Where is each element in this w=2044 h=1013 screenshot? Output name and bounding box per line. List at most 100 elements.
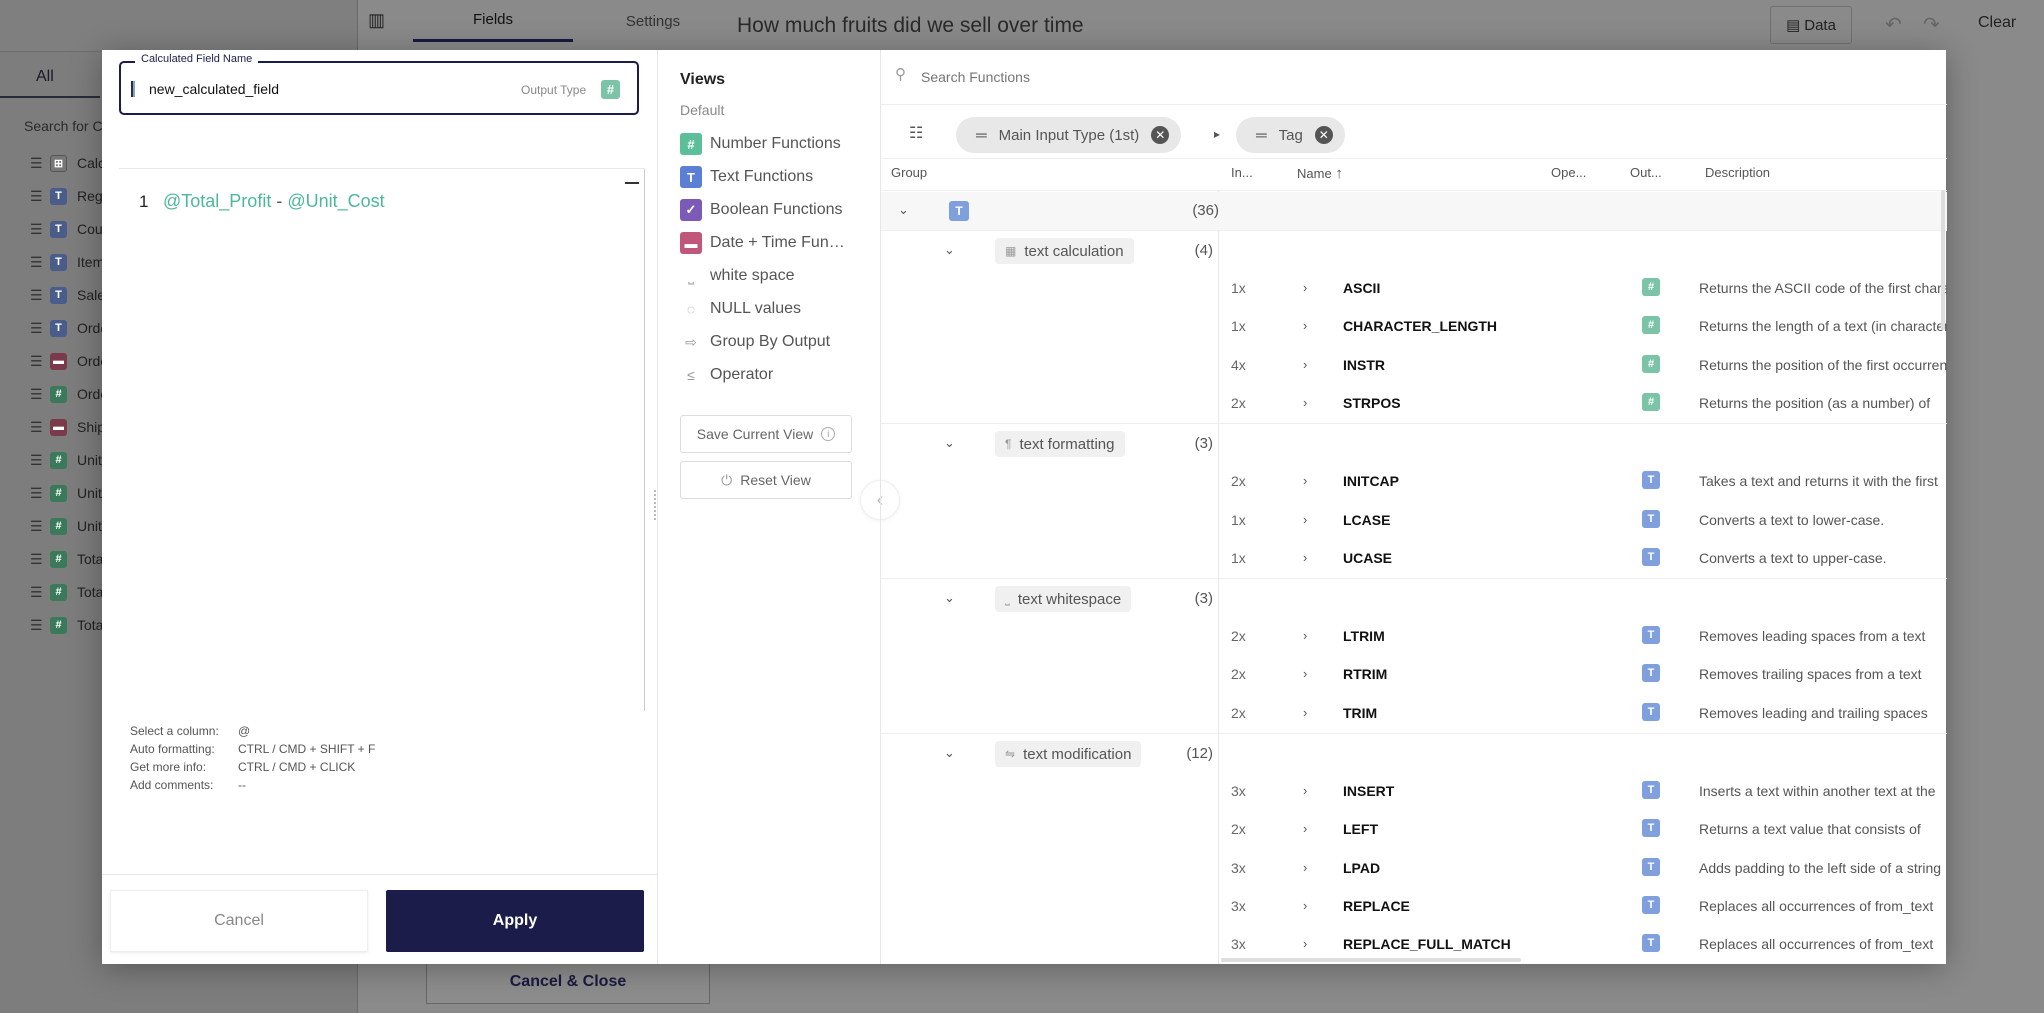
view-item[interactable]: ≤ Operator [680,361,880,389]
drag-handle-icon[interactable]: ☰ [30,188,43,205]
chevron-right-icon[interactable]: › [1303,705,1307,720]
field-search-input[interactable]: Search for Co [24,118,110,134]
table-row[interactable]: 1x › CHARACTER_LENGTH # Returns the length o… [1219,308,1947,346]
group-chip-main-input-type[interactable]: ═ Main Input Type (1st) ✕ [956,117,1182,153]
chevron-down-icon[interactable]: ⌄ [898,202,909,218]
table-row[interactable]: 4x › INSTR # Returns the position of the fir… [1219,347,1947,385]
field-item[interactable]: ☰ # Unit_ [30,515,110,537]
field-name-input[interactable] [149,77,469,101]
drag-handle-icon[interactable]: ☰ [30,320,43,337]
drag-handle-icon[interactable]: ☰ [30,617,43,634]
view-item[interactable]: ⇨ Group By Output [680,328,880,356]
chevron-down-icon[interactable]: ⌄ [944,435,955,451]
drag-handle-icon[interactable]: ☰ [30,254,43,271]
tab-fields[interactable]: Fields [413,0,573,42]
drag-handle-icon[interactable]: ☰ [30,518,43,535]
reset-view-button[interactable]: ⏻ Reset View [680,461,852,499]
save-view-button[interactable]: Save Current View i [680,415,852,453]
drag-handle-icon[interactable]: ☰ [30,155,43,172]
table-row[interactable]: 1x › LCASE T Converts a text to lower-case. [1219,502,1947,540]
drag-handle-icon[interactable]: ☰ [30,221,43,238]
chevron-right-icon[interactable]: › [1303,783,1307,798]
resize-handle[interactable] [654,490,660,520]
drag-handle-icon[interactable]: ☰ [30,551,43,568]
chevron-down-icon[interactable]: ⌄ [944,745,955,761]
chevron-right-icon[interactable]: › [1303,860,1307,875]
top-group-row[interactable]: ⌄ T (36) [881,192,1947,230]
tab-all[interactable]: All [36,68,54,86]
field-item[interactable]: ☰ T Orde [30,317,108,339]
drag-handle-icon[interactable]: ☰ [30,485,43,502]
table-row[interactable]: 1x › ASCII # Returns the ASCII code of the f… [1219,270,1947,308]
code-editor[interactable]: 1 @Total_Profit - @Unit_Cost [119,168,645,711]
drag-handle-icon[interactable]: ☰ [30,287,43,304]
cancel-button[interactable]: Cancel [110,890,368,952]
chevron-right-icon[interactable]: › [1303,280,1307,295]
drag-handle-icon[interactable]: ☰ [30,584,43,601]
table-row[interactable]: 3x › INSERT T Inserts a text within another … [1219,773,1947,811]
drag-handle-icon[interactable]: ☰ [30,353,43,370]
chevron-right-icon[interactable]: › [1303,318,1307,333]
chevron-right-icon[interactable]: › [1303,628,1307,643]
vertical-scrollbar[interactable] [1941,190,1945,330]
clear-button[interactable]: Clear [1978,14,2016,32]
field-item[interactable]: ☰ # Unit_ [30,482,110,504]
table-row[interactable]: 2x › LEFT T Returns a text value that consis… [1219,811,1947,849]
field-item[interactable]: ☰ # Units [30,449,109,471]
chevron-down-icon[interactable]: ⌄ [944,242,955,258]
field-item[interactable]: ☰ T Regi [30,185,106,207]
chevron-down-icon[interactable]: ⌄ [944,590,955,606]
field-item[interactable]: ☰ # Tota [30,548,103,570]
column-header-description[interactable]: Description [1705,165,1770,180]
redo-icon[interactable]: ↷ [1923,12,1940,37]
field-item[interactable]: ☰ # Orde [30,383,108,405]
view-item[interactable]: ✓ Boolean Functions [680,196,880,224]
field-item[interactable]: ☰ ▬ Ship [30,416,105,438]
data-button[interactable]: ▤ Data [1770,6,1852,44]
view-item[interactable]: ▬ Date + Time Fun… [680,229,880,257]
chevron-right-icon[interactable]: › [1303,821,1307,836]
tab-settings[interactable]: Settings [573,0,733,42]
column-header-operator[interactable]: Ope... [1551,165,1586,180]
chevron-right-icon[interactable]: › [1303,512,1307,527]
number-type-icon[interactable]: # [601,80,620,99]
chevron-right-icon[interactable]: › [1303,936,1307,951]
group-row[interactable]: ⌄ ⎵ text whitespace (3) [881,580,1947,618]
remove-chip-icon[interactable]: ✕ [1151,126,1170,144]
group-row[interactable]: ⌄ ▦ text calculation (4) [881,232,1947,270]
apply-button[interactable]: Apply [386,890,644,952]
table-row[interactable]: 1x › UCASE T Converts a text to upper-case. [1219,540,1947,578]
field-item[interactable]: ☰ ▬ Orde [30,350,108,372]
drag-handle-icon[interactable]: ☰ [30,452,43,469]
chevron-right-icon[interactable]: › [1303,550,1307,565]
horizontal-scrollbar[interactable] [1221,958,1521,962]
table-row[interactable]: 3x › REPLACE T Replaces all occurrences of f… [1219,888,1947,926]
group-chip-tag[interactable]: ═ Tag ✕ [1236,117,1345,153]
field-item[interactable]: ☰ T Item [30,251,104,273]
group-row[interactable]: ⌄ ⇋ text modification (12) [881,735,1947,773]
cancel-close-button[interactable]: Cancel & Close [426,960,710,1004]
table-row[interactable]: 2x › TRIM T Removes leading and trailing spa… [1219,695,1947,733]
table-row[interactable]: 2x › STRPOS # Returns the position (as a num… [1219,385,1947,423]
drag-handle-icon[interactable]: ☰ [30,386,43,403]
field-item[interactable]: ☰ ⊞ Calc [30,152,105,174]
chevron-right-icon[interactable]: › [1303,357,1307,372]
view-item[interactable]: # Number Functions [680,130,880,158]
field-item[interactable]: ☰ T Sale [30,284,105,306]
drag-handle-icon[interactable]: ☰ [30,419,43,436]
chevron-right-icon[interactable]: › [1303,898,1307,913]
table-row[interactable]: 3x › LPAD T Adds padding to the left side of… [1219,850,1947,888]
code-line[interactable]: @Total_Profit - @Unit_Cost [163,191,385,212]
remove-chip-icon[interactable]: ✕ [1314,126,1333,144]
view-item[interactable]: T Text Functions [680,163,880,191]
field-item[interactable]: ☰ T Cou [30,218,103,240]
bar-chart-icon[interactable]: ▥ [368,10,398,34]
field-item[interactable]: ☰ # Tota [30,614,103,636]
view-item[interactable]: ◌ NULL values [680,295,880,323]
view-item[interactable]: ⎵ white space [680,262,880,290]
table-row[interactable]: 2x › LTRIM T Removes leading spaces from a t… [1219,618,1947,656]
column-token[interactable]: @Total_Profit [163,191,271,211]
undo-icon[interactable]: ↶ [1885,12,1902,37]
column-header-input[interactable]: In... [1231,165,1253,180]
table-row[interactable]: 2x › RTRIM T Removes trailing spaces from a … [1219,656,1947,694]
